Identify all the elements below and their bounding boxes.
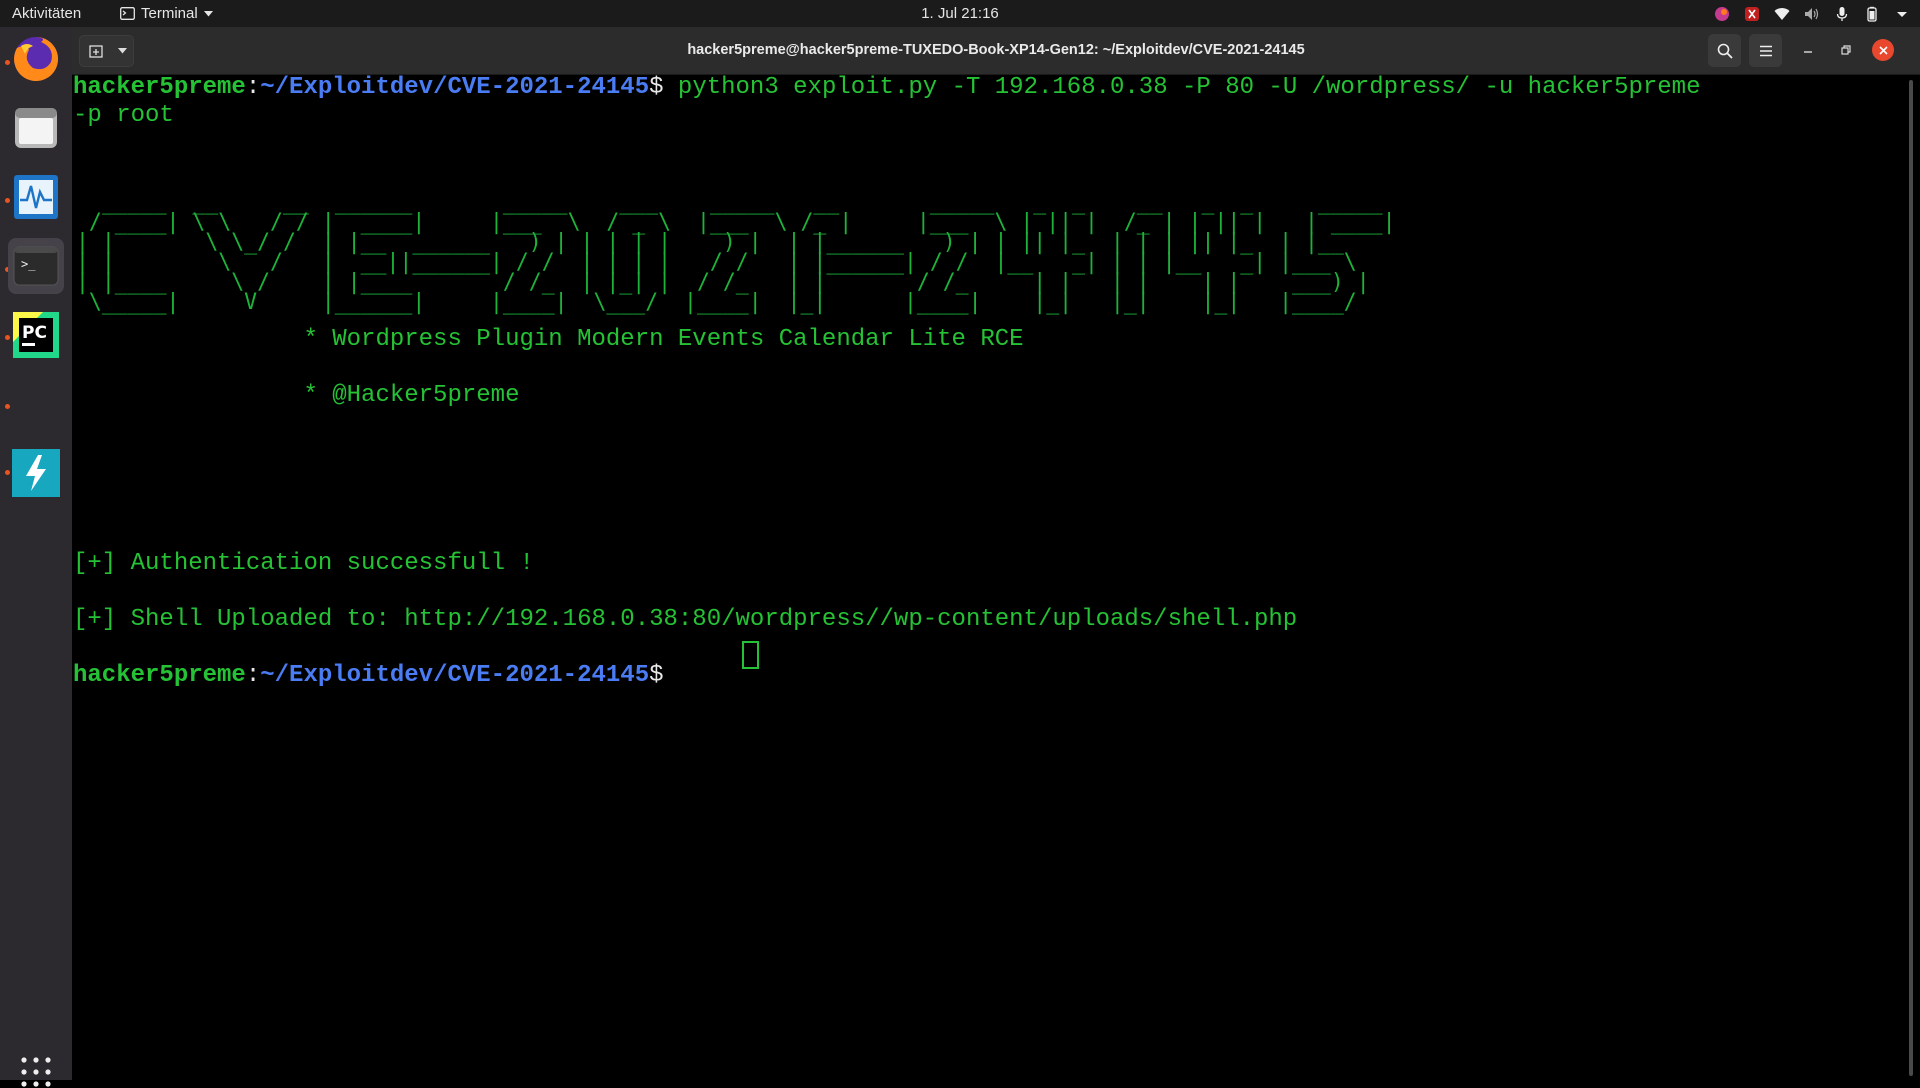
pycharm-icon: PC	[13, 312, 59, 358]
svg-text:PC: PC	[22, 323, 47, 343]
ubuntu-color-icon[interactable]	[1714, 6, 1730, 22]
show-applications-grid-icon[interactable]	[20, 1056, 52, 1088]
close-button[interactable]	[1872, 39, 1894, 61]
minimize-button[interactable]	[1794, 36, 1822, 64]
chevron-down-icon	[117, 48, 127, 54]
tusk-icon	[12, 449, 60, 497]
hamburger-menu-icon	[1759, 45, 1772, 56]
activities-button[interactable]: Aktivitäten	[12, 0, 81, 27]
dock-app-terminal[interactable]: >_	[8, 238, 64, 294]
search-button[interactable]	[1708, 34, 1741, 67]
dock: >_ PC	[0, 27, 73, 1087]
dock-app-pycharm[interactable]: PC	[8, 307, 64, 363]
prompt-colon: :	[245, 74, 261, 101]
dock-app-firefox[interactable]	[8, 31, 64, 87]
terminal-output[interactable]: hacker5preme:~/Exploitdev/CVE-2021-24145…	[73, 74, 1903, 1080]
terminal-cursor	[742, 641, 759, 669]
info-line-plugin: * Wordpress Plugin Modern Events Calenda…	[73, 326, 1024, 353]
scrollbar[interactable]	[1909, 80, 1913, 1076]
command-wrap-line: -p root	[73, 102, 174, 129]
volume-icon[interactable]	[1804, 6, 1820, 22]
system-monitor-icon	[14, 175, 58, 219]
header-bar: hacker5preme@hacker5preme-TUXEDO-Book-XP…	[72, 27, 1920, 75]
terminal-app-icon	[120, 7, 135, 20]
hamburger-menu-button[interactable]	[1749, 34, 1782, 67]
prompt-dollar: $	[649, 662, 664, 689]
info-line-author: * @Hacker5preme	[73, 382, 520, 409]
app-menu-label: Terminal	[141, 5, 198, 22]
clock[interactable]: 1. Jul 21:16	[921, 5, 999, 22]
battery-icon[interactable]	[1864, 6, 1880, 22]
command-text: python3 exploit.py -T 192.168.0.38 -P 80…	[677, 74, 1701, 101]
tab-menu-button[interactable]	[111, 35, 134, 67]
dock-app-system-monitor[interactable]	[8, 169, 64, 225]
close-icon	[1878, 45, 1888, 55]
chevron-down-icon	[203, 10, 213, 16]
prompt-user: hacker5preme	[73, 662, 246, 689]
dock-app-files[interactable]	[8, 100, 64, 156]
firefox-icon	[14, 36, 59, 81]
new-tab-icon	[89, 45, 103, 58]
ascii-banner: _____ __ __ ______ _____ ___ _____ __ __…	[76, 189, 1396, 315]
prompt-path: ~/Exploitdev/CVE-2021-24145	[260, 662, 650, 689]
search-icon	[1717, 43, 1733, 59]
dock-app-tusk[interactable]	[8, 445, 64, 501]
result-line-auth: [+] Authentication successfull !	[73, 550, 534, 577]
terminal-icon: >_	[13, 246, 59, 286]
result-line-shell: [+] Shell Uploaded to: http://192.168.0.…	[73, 606, 1298, 633]
prompt-colon: :	[245, 662, 261, 689]
system-tray[interactable]	[1714, 0, 1910, 27]
window-title: hacker5preme@hacker5preme-TUXEDO-Book-XP…	[687, 42, 1305, 58]
top-bar: Aktivitäten Terminal 1. Jul 21:16	[0, 0, 1920, 27]
new-tab-button[interactable]	[79, 35, 113, 67]
svg-text:>_: >_	[21, 257, 36, 271]
prompt-user: hacker5preme	[73, 74, 246, 101]
dock-app-unknown-running-app[interactable]	[8, 376, 64, 432]
restore-button[interactable]	[1832, 36, 1860, 64]
wifi-icon[interactable]	[1774, 6, 1790, 22]
prompt-path: ~/Exploitdev/CVE-2021-24145	[260, 74, 650, 101]
command-line: hacker5preme:~/Exploitdev/CVE-2021-24145…	[73, 74, 1701, 102]
app-menu[interactable]: Terminal	[120, 0, 213, 27]
microphone-icon[interactable]	[1834, 6, 1850, 22]
system-menu-chevron-icon[interactable]	[1894, 6, 1910, 22]
files-icon	[15, 108, 57, 148]
terminal-window: hacker5preme@hacker5preme-TUXEDO-Book-XP…	[72, 27, 1920, 1080]
app-indicator-icon[interactable]	[1744, 6, 1760, 22]
minimize-icon	[1804, 51, 1812, 53]
prompt-dollar: $	[649, 74, 664, 101]
restore-icon	[1841, 45, 1851, 55]
prompt-line: hacker5preme:~/Exploitdev/CVE-2021-24145…	[73, 662, 664, 690]
